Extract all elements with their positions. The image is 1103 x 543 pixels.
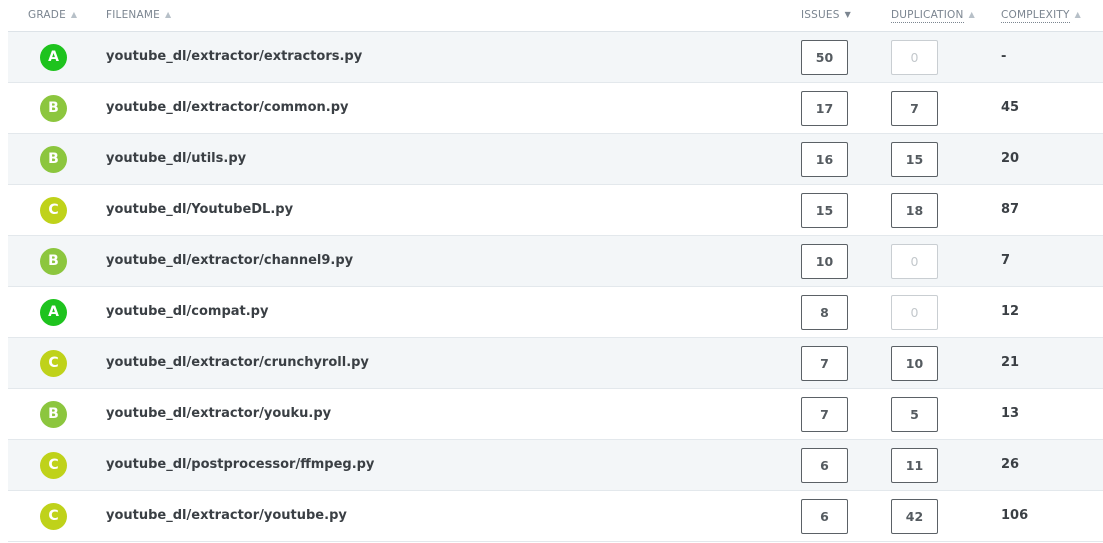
sort-up-icon: ▲ [70, 10, 78, 19]
table-row[interactable]: Byoutube_dl/utils.py 16 15 20 [8, 134, 1103, 185]
table-row[interactable]: Cyoutube_dl/YoutubeDL.py 15 18 87 [8, 185, 1103, 236]
column-header-label: COMPLEXITY [1001, 9, 1070, 23]
grade-badge: C [40, 350, 67, 377]
table-row[interactable]: Byoutube_dl/extractor/youku.py 7 5 13 [8, 389, 1103, 440]
sort-up-icon: ▲ [1074, 10, 1081, 19]
duplication-count-button[interactable]: 18 [891, 193, 938, 228]
table-row[interactable]: Cyoutube_dl/extractor/youtube.py 6 42 106 [8, 491, 1103, 542]
grade-badge: C [40, 503, 67, 530]
table-header: GRADE ▲ FILENAME ▲ ISSUES ▼ DUPLICATION ▲ CO… [8, 0, 1103, 32]
grade-badge: B [40, 95, 67, 122]
issues-count-button[interactable]: 17 [801, 91, 848, 126]
complexity-value: - [1001, 49, 1007, 64]
duplication-count-button[interactable]: 42 [891, 499, 938, 534]
sort-down-icon: ▼ [844, 10, 851, 19]
duplication-count-button[interactable]: 0 [891, 40, 938, 75]
column-header-issues[interactable]: ISSUES ▼ [801, 9, 851, 21]
duplication-count-button[interactable]: 0 [891, 244, 938, 279]
table-row[interactable]: Ayoutube_dl/compat.py 8 0 12 [8, 287, 1103, 338]
filename-link[interactable]: youtube_dl/extractor/youtube.py [106, 508, 347, 523]
complexity-value: 21 [1001, 355, 1020, 370]
issues-count-button[interactable]: 16 [801, 142, 848, 177]
duplication-count-button[interactable]: 0 [891, 295, 938, 330]
column-header-label: ISSUES [801, 9, 840, 21]
duplication-count-button[interactable]: 5 [891, 397, 938, 432]
issues-count-button[interactable]: 50 [801, 40, 848, 75]
complexity-value: 20 [1001, 151, 1020, 166]
table-body: Ayoutube_dl/extractor/extractors.py 50 0- B… [8, 32, 1103, 542]
sort-up-icon: ▲ [164, 10, 172, 19]
column-header-grade[interactable]: GRADE ▲ [28, 9, 77, 21]
issues-count-button[interactable]: 10 [801, 244, 848, 279]
column-header-label: GRADE [28, 9, 66, 21]
filename-link[interactable]: youtube_dl/utils.py [106, 151, 246, 166]
filename-link[interactable]: youtube_dl/YoutubeDL.py [106, 202, 293, 217]
filename-link[interactable]: youtube_dl/postprocessor/ffmpeg.py [106, 457, 374, 472]
complexity-value: 87 [1001, 202, 1020, 217]
grade-badge: A [40, 299, 67, 326]
filename-link[interactable]: youtube_dl/extractor/extractors.py [106, 49, 362, 64]
table-row[interactable]: Cyoutube_dl/postprocessor/ffmpeg.py 6 11 26 [8, 440, 1103, 491]
filename-link[interactable]: youtube_dl/extractor/youku.py [106, 406, 331, 421]
issues-count-button[interactable]: 15 [801, 193, 848, 228]
complexity-value: 13 [1001, 406, 1020, 421]
column-header-filename[interactable]: FILENAME ▲ [106, 9, 171, 21]
grade-badge: C [40, 452, 67, 479]
grade-badge: B [40, 401, 67, 428]
duplication-count-button[interactable]: 7 [891, 91, 938, 126]
complexity-value: 12 [1001, 304, 1020, 319]
issues-count-button[interactable]: 7 [801, 346, 848, 381]
complexity-value: 45 [1001, 100, 1020, 115]
grade-badge: B [40, 248, 67, 275]
duplication-count-button[interactable]: 10 [891, 346, 938, 381]
grade-badge: B [40, 146, 67, 173]
table-row[interactable]: Ayoutube_dl/extractor/extractors.py 50 0 - [8, 32, 1103, 83]
filename-link[interactable]: youtube_dl/compat.py [106, 304, 268, 319]
column-header-duplication[interactable]: DUPLICATION ▲ [891, 9, 975, 23]
issues-count-button[interactable]: 6 [801, 499, 848, 534]
sort-up-icon: ▲ [968, 10, 975, 19]
table-row[interactable]: Byoutube_dl/extractor/common.py 17 7 45 [8, 83, 1103, 134]
complexity-value: 26 [1001, 457, 1020, 472]
filename-link[interactable]: youtube_dl/extractor/crunchyroll.py [106, 355, 369, 370]
complexity-value: 106 [1001, 508, 1029, 523]
column-header-label: FILENAME [106, 9, 160, 21]
issues-count-button[interactable]: 7 [801, 397, 848, 432]
issues-count-button[interactable]: 6 [801, 448, 848, 483]
filename-link[interactable]: youtube_dl/extractor/common.py [106, 100, 349, 115]
table-row[interactable]: Byoutube_dl/extractor/channel9.py 10 0 7 [8, 236, 1103, 287]
grade-badge: C [40, 197, 67, 224]
grade-badge: A [40, 44, 67, 71]
column-header-complexity[interactable]: COMPLEXITY ▲ [1001, 9, 1081, 23]
issues-count-button[interactable]: 8 [801, 295, 848, 330]
duplication-count-button[interactable]: 15 [891, 142, 938, 177]
complexity-value: 7 [1001, 253, 1011, 268]
file-metrics-table: GRADE ▲ FILENAME ▲ ISSUES ▼ DUPLICATION ▲ CO… [8, 0, 1103, 542]
filename-link[interactable]: youtube_dl/extractor/channel9.py [106, 253, 353, 268]
column-header-label: DUPLICATION [891, 9, 964, 23]
table-row[interactable]: Cyoutube_dl/extractor/crunchyroll.py 7 10 2… [8, 338, 1103, 389]
duplication-count-button[interactable]: 11 [891, 448, 938, 483]
